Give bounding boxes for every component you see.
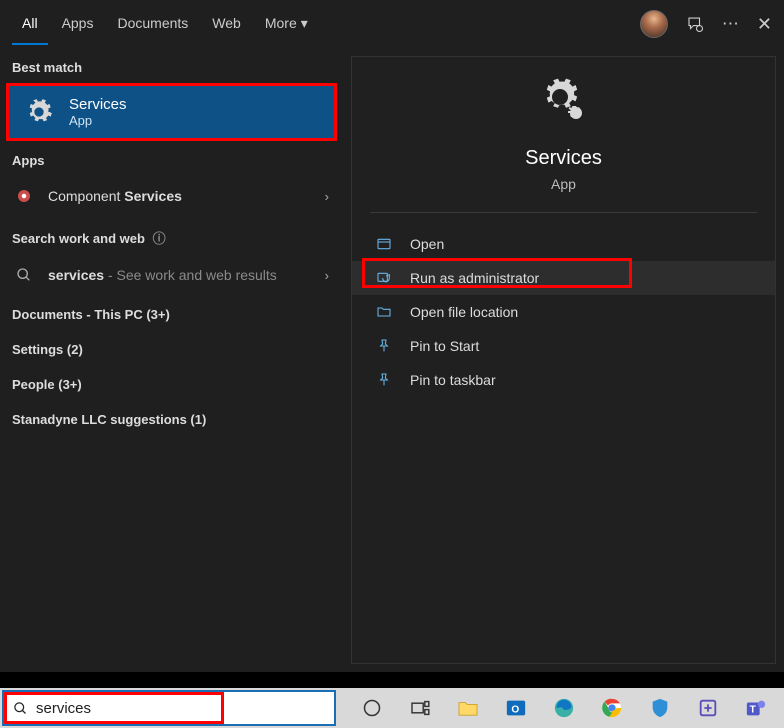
folder-icon [376, 304, 394, 320]
action-pin-to-start[interactable]: Pin to Start [352, 329, 775, 363]
user-avatar[interactable] [640, 10, 668, 38]
action-pin-to-taskbar[interactable]: Pin to taskbar [352, 363, 775, 397]
teams-icon[interactable]: T [732, 688, 780, 728]
apps-item-prefix: Component [48, 188, 124, 204]
feedback-icon[interactable] [686, 15, 704, 33]
best-match-text: Services App [69, 96, 127, 128]
search-icon [13, 701, 28, 716]
outlook-icon[interactable]: O [492, 688, 540, 728]
section-suggestions[interactable]: Stanadyne LLC suggestions (1) [0, 400, 343, 435]
apps-item-bold: Services [124, 188, 182, 204]
svg-text:O: O [511, 705, 519, 716]
snip-icon[interactable] [684, 688, 732, 728]
preview-actions: Open Run as administrator Open file loca… [352, 213, 775, 411]
action-open-label: Open [410, 236, 444, 252]
taskbar-search-box[interactable]: services [2, 690, 336, 726]
action-open-file-location[interactable]: Open file location [352, 295, 775, 329]
results-panel: Best match Services App Apps Component S… [0, 48, 343, 672]
action-pin-taskbar-label: Pin to taskbar [410, 372, 496, 388]
web-result-term: services [48, 267, 104, 283]
tab-more-label: More [265, 15, 297, 31]
search-icon [14, 265, 34, 285]
action-run-as-administrator[interactable]: Run as administrator [352, 261, 775, 295]
section-apps: Apps [0, 141, 343, 176]
search-input-text: services [36, 700, 91, 717]
section-best-match: Best match [0, 48, 343, 83]
section-search-web: Search work and web ⓘ [0, 216, 343, 255]
tab-all[interactable]: All [12, 3, 48, 45]
pin-taskbar-icon [376, 372, 394, 388]
admin-shield-icon [376, 270, 394, 286]
search-input-segment[interactable]: services [4, 692, 224, 724]
start-search-window: All Apps Documents Web More ▾ ⋯ ✕ Best m… [0, 0, 784, 672]
component-services-icon [14, 186, 34, 206]
edge-icon[interactable] [540, 688, 588, 728]
task-view-icon[interactable] [396, 688, 444, 728]
search-body: Best match Services App Apps Component S… [0, 48, 784, 672]
tab-apps[interactable]: Apps [52, 3, 104, 45]
tab-documents[interactable]: Documents [107, 3, 198, 45]
action-open-loc-label: Open file location [410, 304, 518, 320]
tab-web[interactable]: Web [202, 3, 251, 45]
info-icon[interactable]: ⓘ [153, 231, 166, 246]
services-large-icon [540, 77, 588, 125]
preview-subtitle: App [551, 176, 576, 192]
header-right: ⋯ ✕ [640, 10, 772, 38]
apps-item-component-services[interactable]: Component Services › [0, 176, 343, 216]
security-icon[interactable] [636, 688, 684, 728]
best-match-item[interactable]: Services App [6, 83, 337, 141]
action-run-admin-label: Run as administrator [410, 270, 539, 286]
svg-text:T: T [750, 705, 757, 716]
tab-more[interactable]: More ▾ [255, 3, 318, 46]
chevron-down-icon: ▾ [301, 15, 308, 32]
section-people[interactable]: People (3+) [0, 365, 343, 400]
services-icon [23, 96, 55, 128]
web-result-label: services - See work and web results [48, 267, 277, 283]
action-pin-start-label: Pin to Start [410, 338, 479, 354]
taskbar: services O T [0, 688, 784, 728]
chevron-right-icon: › [325, 268, 329, 283]
web-result-suffix: - See work and web results [104, 267, 277, 283]
preview-title: Services [525, 147, 602, 170]
best-match-subtitle: App [69, 113, 127, 128]
action-open[interactable]: Open [352, 227, 775, 261]
more-options-icon[interactable]: ⋯ [722, 14, 739, 34]
preview-header: Services App [370, 77, 757, 213]
chevron-right-icon: › [325, 189, 329, 204]
section-settings[interactable]: Settings (2) [0, 330, 343, 365]
search-input-extra[interactable] [224, 692, 334, 724]
preview-panel: Services App Open Run as administrator [351, 56, 776, 664]
pin-start-icon [376, 338, 394, 354]
apps-item-label: Component Services [48, 188, 182, 204]
section-search-web-label: Search work and web [12, 231, 145, 246]
close-icon[interactable]: ✕ [757, 14, 772, 35]
section-documents[interactable]: Documents - This PC (3+) [0, 295, 343, 330]
taskbar-icons: O T [348, 688, 780, 728]
file-explorer-icon[interactable] [444, 688, 492, 728]
web-result-services[interactable]: services - See work and web results › [0, 255, 343, 295]
best-match-title: Services [69, 96, 127, 113]
cortana-icon[interactable] [348, 688, 396, 728]
open-icon [376, 236, 394, 252]
chrome-icon[interactable] [588, 688, 636, 728]
tabs-bar: All Apps Documents Web More ▾ ⋯ ✕ [0, 0, 784, 48]
